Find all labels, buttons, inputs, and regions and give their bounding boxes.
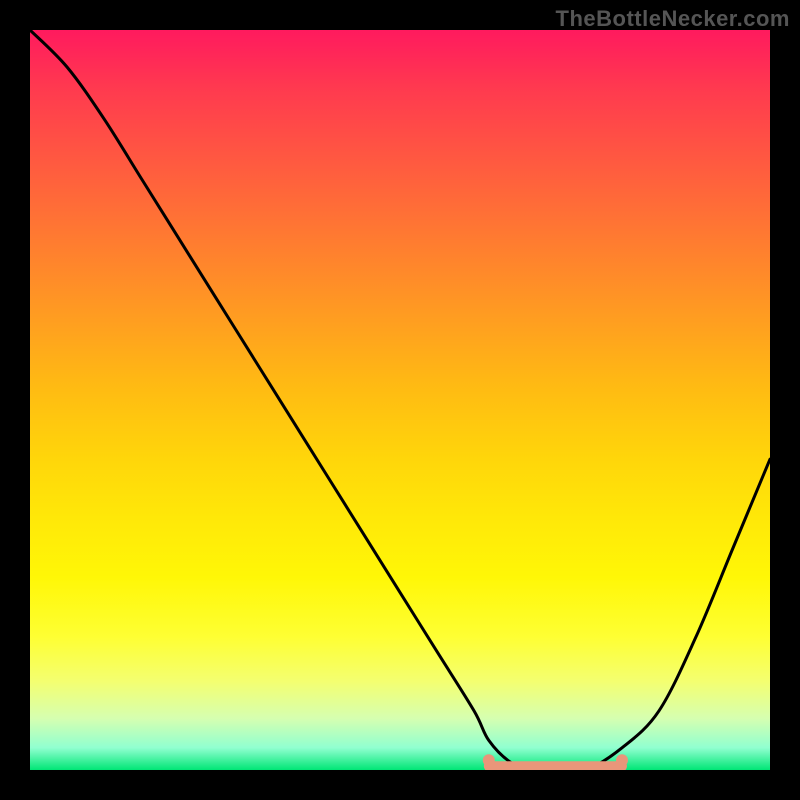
chart-container: TheBottleNecker.com xyxy=(0,0,800,800)
watermark-label: TheBottleNecker.com xyxy=(556,6,790,32)
curve-group xyxy=(30,30,770,770)
plot-area xyxy=(30,30,770,770)
flat-cap-right xyxy=(616,754,628,766)
flat-cap-left xyxy=(483,754,495,766)
bottleneck-curve xyxy=(30,30,770,770)
curve-svg xyxy=(30,30,770,770)
